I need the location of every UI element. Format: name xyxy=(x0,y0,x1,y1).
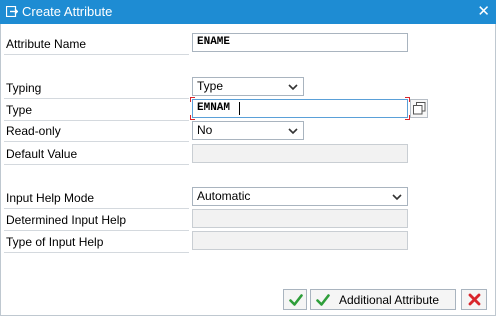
input-help-mode-label: Input Help Mode xyxy=(6,191,95,205)
dialog-body: Attribute Name ENAME Typing Type Type EM… xyxy=(0,24,496,316)
read-only-select[interactable]: No xyxy=(192,121,304,140)
determined-input-help-input xyxy=(192,209,408,228)
checkmark-icon xyxy=(316,294,330,306)
type-input[interactable]: EMNAM xyxy=(192,99,408,118)
input-help-mode-select[interactable]: Automatic xyxy=(192,187,408,206)
create-attribute-icon xyxy=(6,6,18,17)
close-icon[interactable]: ✕ xyxy=(477,3,490,20)
type-of-input-help-label: Type of Input Help xyxy=(6,235,104,249)
focus-corner xyxy=(190,115,195,120)
default-value-input xyxy=(192,144,408,163)
window-title: Create Attribute xyxy=(22,4,113,19)
type-label: Type xyxy=(6,103,33,117)
value-help-icon xyxy=(413,102,426,115)
row-divider xyxy=(4,120,189,121)
read-only-select-value: No xyxy=(197,123,213,137)
attribute-name-input[interactable]: ENAME xyxy=(192,33,408,52)
cancel-x-icon xyxy=(468,293,481,306)
input-help-mode-select-value: Automatic xyxy=(197,189,251,203)
chevron-down-icon xyxy=(288,84,298,91)
confirm-button[interactable] xyxy=(283,289,307,310)
typing-label: Typing xyxy=(6,81,42,95)
typing-select-value: Type xyxy=(197,79,224,93)
row-divider xyxy=(4,208,189,209)
cancel-button[interactable] xyxy=(461,289,487,310)
type-of-input-help-input xyxy=(192,231,408,250)
row-divider xyxy=(4,230,189,231)
row-divider xyxy=(4,98,189,99)
attribute-name-label: Attribute Name xyxy=(6,37,87,51)
default-value-label: Default Value xyxy=(6,147,78,161)
title-bar: Create Attribute ✕ xyxy=(0,0,496,24)
additional-attribute-label: Additional Attribute xyxy=(339,293,440,307)
determined-input-help-label: Determined Input Help xyxy=(6,213,127,227)
focus-corner xyxy=(190,97,195,102)
chevron-down-icon xyxy=(288,128,298,135)
row-divider xyxy=(4,252,189,253)
typing-select[interactable]: Type xyxy=(192,77,304,96)
additional-attribute-button[interactable]: Additional Attribute xyxy=(310,289,456,310)
value-help-button[interactable] xyxy=(410,99,428,118)
row-divider xyxy=(4,164,189,165)
read-only-label: Read-only xyxy=(6,124,61,138)
checkmark-icon xyxy=(289,294,303,306)
text-caret xyxy=(239,102,240,115)
row-divider xyxy=(4,141,189,142)
row-divider xyxy=(4,54,189,55)
chevron-down-icon xyxy=(392,194,402,201)
